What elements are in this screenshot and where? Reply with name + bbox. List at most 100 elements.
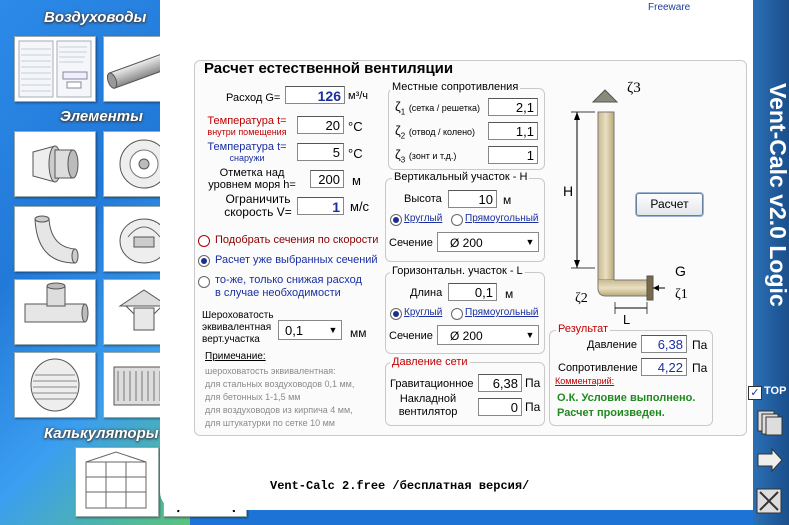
grille-icon bbox=[30, 358, 80, 412]
temp-in-input[interactable]: 20 bbox=[297, 116, 344, 134]
option-calc-selected-radio[interactable] bbox=[198, 255, 210, 267]
gravitational-value: 6,38 bbox=[478, 374, 522, 392]
element-elbow-tile[interactable] bbox=[14, 206, 96, 272]
vertical-round-radio[interactable] bbox=[390, 214, 402, 226]
flow-unit: м³/ч bbox=[348, 90, 369, 102]
fan-input[interactable]: 0 bbox=[478, 398, 522, 416]
note-line: шероховатость эквивалентная: bbox=[205, 366, 336, 376]
speed-unit: м/с bbox=[350, 199, 370, 214]
flow-diagram-label: G bbox=[675, 263, 686, 279]
element-reducer-tile[interactable] bbox=[14, 131, 96, 197]
length-diagram-label: L bbox=[623, 312, 630, 326]
note-line: для бетонных 1-1,5 мм bbox=[205, 392, 301, 402]
vertical-round-label: Круглый bbox=[404, 213, 443, 224]
zeta1-diagram-label: ζ1 bbox=[675, 287, 688, 302]
note-line: для стальных воздуховодов 0,1 мм, bbox=[205, 379, 355, 389]
horizontal-rect-radio[interactable] bbox=[451, 308, 463, 320]
windows-stack-icon[interactable] bbox=[754, 407, 784, 437]
chevron-down-icon: ▼ bbox=[525, 330, 535, 340]
svg-text:Vent-Calc v2.0 Logic: Vent-Calc v2.0 Logic bbox=[765, 83, 788, 307]
vertical-rect-label: Прямоугольный bbox=[465, 213, 539, 224]
option-calc-selected-label: Расчет уже выбранных сечений bbox=[215, 254, 378, 266]
pressure-title: Давление сети bbox=[390, 356, 470, 368]
form-title: Расчет естественной вентиляции bbox=[204, 60, 454, 77]
duct-table-icon bbox=[18, 40, 92, 98]
zeta2-diagram-label: ζ2 bbox=[575, 291, 588, 306]
temp-in-label: Температура t= внутри помещения bbox=[207, 115, 287, 137]
chevron-down-icon: ▼ bbox=[525, 237, 535, 247]
freeware-label: Freeware bbox=[648, 2, 691, 13]
tee-icon bbox=[24, 282, 89, 323]
footer-version: Vent-Calc 2.free /бесплатная версия/ bbox=[270, 479, 530, 493]
flow-input[interactable]: 126 bbox=[285, 86, 345, 104]
altitude-input[interactable]: 200 bbox=[310, 170, 344, 188]
roughness-unit: мм bbox=[350, 326, 367, 340]
fullscreen-icon[interactable] bbox=[754, 486, 784, 516]
vertical-section-label: Сечение bbox=[389, 237, 433, 249]
option-pick-by-speed-radio[interactable] bbox=[198, 235, 210, 247]
roughness-label: Шероховатость эквивалентная верт.участка bbox=[202, 310, 274, 345]
local-resistance-title: Местные сопротивления bbox=[390, 81, 521, 93]
zeta3-diagram-label: ζ3 bbox=[627, 80, 641, 96]
speed-input[interactable]: 1 bbox=[297, 197, 344, 215]
zeta1-input[interactable]: 2,1 bbox=[488, 98, 538, 116]
option-pick-by-speed-label: Подобрать сечения по скорости bbox=[215, 234, 379, 246]
horizontal-section-select[interactable]: Ø 200 ▼ bbox=[437, 325, 539, 345]
temp-in-unit: °С bbox=[348, 119, 363, 134]
height-label: Высота bbox=[404, 193, 442, 205]
status-line-2: Расчет произведен. bbox=[557, 407, 665, 419]
note-line: для воздуховодов из кирпича 4 мм, bbox=[205, 405, 353, 415]
export-arrow-icon[interactable] bbox=[754, 446, 784, 476]
result-title: Результат bbox=[556, 323, 611, 335]
result-pressure-unit: Па bbox=[692, 338, 708, 352]
zeta3-input[interactable]: 1 bbox=[488, 146, 538, 164]
result-pressure-value: 6,38 bbox=[641, 335, 687, 353]
duct-table-tile[interactable] bbox=[14, 36, 96, 102]
horizontal-section-label: Сечение bbox=[389, 330, 433, 342]
horizontal-round-radio[interactable] bbox=[390, 308, 402, 320]
note-title: Примечание: bbox=[205, 351, 266, 362]
calculate-button[interactable]: Расчет bbox=[636, 193, 703, 216]
result-resistance-label: Сопротивление bbox=[558, 362, 638, 374]
fan-label: Накладной вентилятор bbox=[398, 393, 458, 418]
note-line: для штукатурки по сетке 10 мм bbox=[205, 418, 335, 428]
element-grille-tile[interactable] bbox=[14, 352, 96, 418]
result-pressure-label: Давление bbox=[587, 339, 638, 351]
reducer-icon bbox=[32, 145, 79, 183]
zeta3-label: ζ3 (зонт и т.д.) bbox=[395, 147, 457, 165]
horizontal-section-title: Горизонтальн. участок - L bbox=[390, 265, 525, 277]
vertical-rect-radio[interactable] bbox=[451, 214, 463, 226]
zeta2-label: ζ2 (отвод / колено) bbox=[395, 123, 476, 141]
length-label: Длина bbox=[410, 287, 443, 299]
top-checkbox[interactable]: ✓ bbox=[748, 386, 762, 400]
calculator-building-tile[interactable] bbox=[75, 447, 159, 517]
option-reduce-flow-label: то-же, только снижая расход в случае необ… bbox=[215, 274, 362, 299]
temp-out-unit: °С bbox=[348, 146, 363, 161]
length-unit: м bbox=[505, 287, 514, 301]
roughness-select[interactable]: 0,1 ▼ bbox=[278, 320, 342, 340]
result-resistance-value: 4,22 bbox=[641, 358, 687, 376]
element-tee-tile[interactable] bbox=[14, 279, 96, 345]
length-input[interactable]: 0,1 bbox=[448, 283, 497, 301]
vertical-section-title: Вертикальный участок - H bbox=[392, 171, 530, 183]
zeta1-label: ζ1 (сетка / решетка) bbox=[395, 99, 480, 117]
vertical-section-select[interactable]: Ø 200 ▼ bbox=[437, 232, 539, 252]
height-diagram-label: H bbox=[563, 183, 573, 199]
height-input[interactable]: 10 bbox=[448, 190, 497, 208]
elbow-icon bbox=[34, 215, 79, 264]
elements-heading: Элементы bbox=[60, 108, 143, 125]
temp-out-input[interactable]: 5 bbox=[297, 143, 344, 161]
comments-label: Комментарий: bbox=[555, 376, 615, 386]
altitude-label: Отметка над уровнем моря h= bbox=[208, 167, 296, 191]
altitude-unit: м bbox=[352, 173, 361, 188]
building-icon bbox=[85, 451, 147, 509]
status-line-1: О.К. Условие выполнено. bbox=[557, 392, 696, 404]
horizontal-round-label: Круглый bbox=[404, 307, 443, 318]
height-unit: м bbox=[503, 193, 512, 207]
option-reduce-flow-radio[interactable] bbox=[198, 276, 210, 288]
horizontal-rect-label: Прямоугольный bbox=[465, 307, 539, 318]
ducts-heading: Воздуховоды bbox=[44, 9, 147, 26]
top-label: TOP bbox=[764, 385, 787, 397]
temp-out-label: Температура t= снаружи bbox=[207, 141, 287, 163]
zeta2-input[interactable]: 1,1 bbox=[488, 122, 538, 140]
